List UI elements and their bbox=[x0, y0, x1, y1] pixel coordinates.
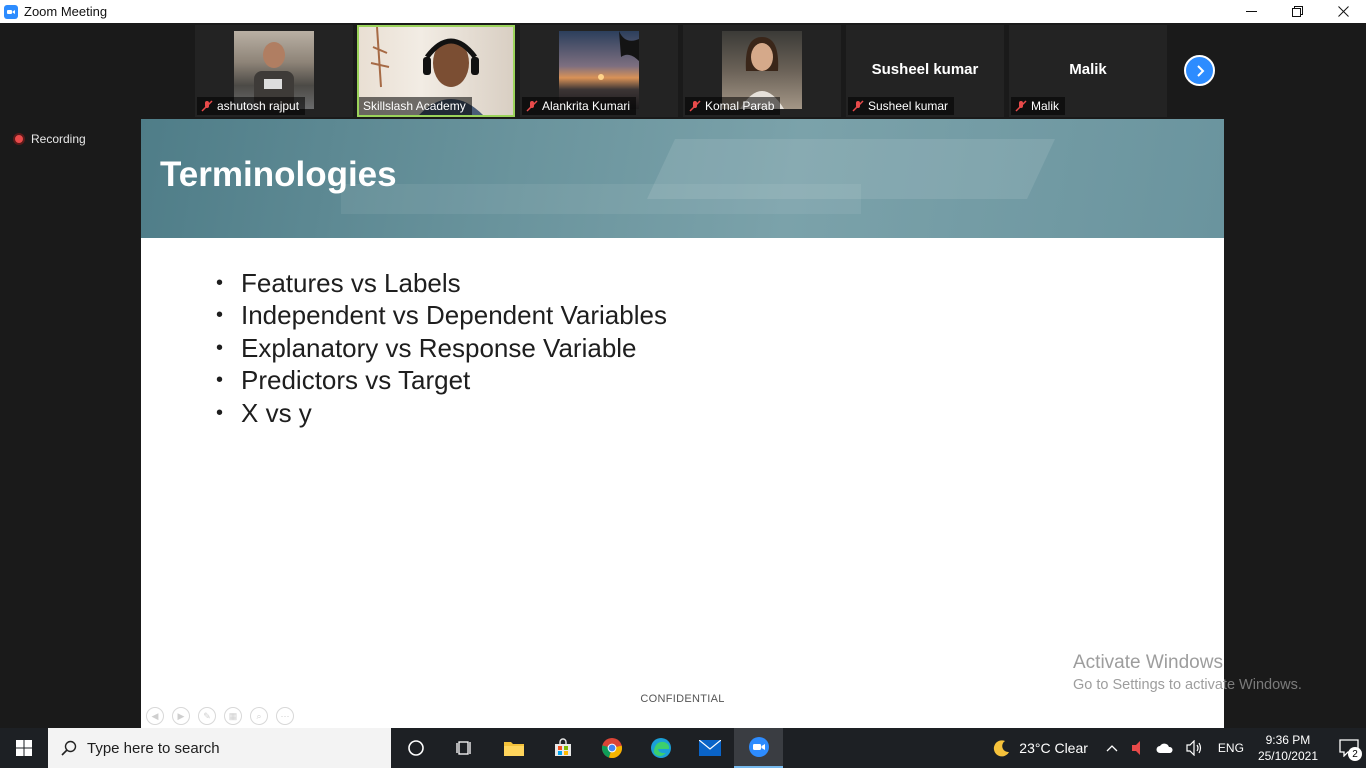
system-tray: 23°C Clear ENG 9:36 PM 25/10/2021 2 bbox=[993, 728, 1366, 768]
mic-muted-icon bbox=[201, 100, 213, 112]
minimize-icon bbox=[1245, 11, 1257, 12]
participant-display-name: Susheel kumar bbox=[871, 61, 979, 78]
windows-logo-icon bbox=[16, 740, 32, 756]
chevron-right-icon bbox=[1196, 64, 1204, 77]
action-center-button[interactable]: 2 bbox=[1332, 728, 1366, 768]
edge-icon bbox=[650, 738, 671, 758]
close-icon bbox=[1337, 6, 1349, 17]
bullet-item: • Independent vs Dependent Variables bbox=[216, 300, 667, 331]
input-language[interactable]: ENG bbox=[1218, 741, 1244, 755]
slide-toolbar: ◀ ▶ ✎ ▦ ⌕ ⋯ bbox=[146, 707, 294, 725]
restore-icon bbox=[1291, 6, 1303, 17]
participant-name: Malik bbox=[1031, 99, 1060, 113]
file-explorer-button[interactable] bbox=[489, 728, 538, 768]
slide-bullet-list: • Features vs Labels • Independent vs Depe… bbox=[216, 267, 667, 430]
next-slide-icon[interactable]: ▶ bbox=[172, 707, 190, 725]
participant-name: ashutosh rajput bbox=[217, 99, 300, 113]
store-icon bbox=[554, 738, 571, 756]
bullet-item: • Features vs Labels bbox=[216, 267, 461, 298]
participant-display-name: Malik bbox=[1069, 61, 1107, 78]
participant-tile[interactable]: Komal Parab bbox=[683, 25, 841, 117]
slides-grid-icon[interactable]: ▦ bbox=[224, 707, 242, 725]
recording-label: Recording bbox=[31, 132, 86, 146]
microsoft-store-button[interactable] bbox=[538, 728, 587, 768]
show-hidden-icons-button[interactable] bbox=[1106, 744, 1118, 752]
mic-muted-icon bbox=[526, 100, 538, 112]
chevron-up-icon bbox=[1106, 745, 1118, 752]
recording-dot-icon bbox=[13, 133, 25, 145]
mail-button[interactable] bbox=[685, 728, 734, 768]
cortana-button[interactable] bbox=[391, 728, 440, 768]
zoom-app-icon bbox=[4, 4, 18, 19]
speaker-muted-icon bbox=[1131, 741, 1140, 755]
taskbar-search-box[interactable]: Type here to search bbox=[48, 728, 391, 768]
window-title: Zoom Meeting bbox=[24, 4, 108, 19]
start-button[interactable] bbox=[0, 728, 48, 768]
bullet-item: • Explanatory vs Response Variable bbox=[216, 332, 637, 363]
clock-time: 9:36 PM bbox=[1265, 733, 1311, 747]
weather-widget[interactable]: 23°C Clear bbox=[993, 739, 1088, 757]
next-participants-button[interactable] bbox=[1184, 55, 1215, 86]
task-view-button[interactable] bbox=[440, 728, 489, 768]
slide-header: Terminologies bbox=[141, 119, 1224, 238]
shared-slide: Terminologies • Features vs Labels • Indep… bbox=[141, 119, 1224, 728]
bullet-item: • X vs y bbox=[216, 397, 312, 428]
clock-date: 25/10/2021 bbox=[1257, 749, 1318, 763]
mail-icon bbox=[698, 740, 721, 756]
participant-name: Susheel kumar bbox=[868, 99, 949, 113]
participant-tile[interactable]: Malik Malik bbox=[1009, 25, 1167, 117]
task-view-icon bbox=[455, 741, 471, 755]
cloud-icon bbox=[1156, 743, 1173, 753]
participant-name: Komal Parab bbox=[705, 99, 775, 113]
mic-muted-icon bbox=[689, 100, 701, 112]
chrome-button[interactable] bbox=[587, 728, 636, 768]
muted-speaker-tray-button[interactable] bbox=[1130, 740, 1144, 756]
windows-taskbar: Type here to search 23°C Clear ENG 9:36 … bbox=[0, 728, 1366, 768]
slide-footer: CONFIDENTIAL bbox=[640, 693, 725, 705]
mic-muted-icon bbox=[852, 100, 864, 112]
participant-name: Skillslash Academy bbox=[363, 99, 466, 113]
volume-icon bbox=[1186, 740, 1202, 756]
slide-title: Terminologies bbox=[160, 155, 397, 194]
bullet-item: • Predictors vs Target bbox=[216, 365, 471, 396]
pen-icon[interactable]: ✎ bbox=[198, 707, 216, 725]
restore-button[interactable] bbox=[1274, 0, 1320, 23]
folder-icon bbox=[503, 742, 524, 756]
notification-count: 2 bbox=[1348, 747, 1362, 761]
minimize-button[interactable] bbox=[1228, 0, 1274, 23]
edge-button[interactable] bbox=[636, 728, 685, 768]
window-titlebar: Zoom Meeting bbox=[0, 0, 1366, 23]
volume-button[interactable] bbox=[1186, 740, 1204, 756]
zoom-icon bbox=[748, 737, 769, 757]
participant-tile[interactable]: Alankrita Kumari bbox=[520, 25, 678, 117]
weather-text: 23°C Clear bbox=[1019, 740, 1088, 756]
recording-indicator[interactable]: Recording bbox=[13, 132, 86, 146]
zoom-icon[interactable]: ⌕ bbox=[250, 707, 268, 725]
participant-tile[interactable]: ashutosh rajput bbox=[195, 25, 353, 117]
activate-windows-watermark: Activate Windows Go to Settings to activ… bbox=[1073, 652, 1302, 693]
close-button[interactable] bbox=[1320, 0, 1366, 23]
participant-tile[interactable]: Susheel kumar Susheel kumar bbox=[846, 25, 1004, 117]
participant-tile-active-speaker[interactable]: Skillslash Academy bbox=[357, 25, 515, 117]
search-placeholder: Type here to search bbox=[87, 739, 220, 757]
moon-icon bbox=[994, 740, 1010, 757]
chrome-icon bbox=[601, 738, 622, 758]
more-options-icon[interactable]: ⋯ bbox=[276, 707, 294, 725]
previous-slide-icon[interactable]: ◀ bbox=[146, 707, 164, 725]
cortana-icon bbox=[407, 740, 424, 756]
zoom-taskbar-button[interactable] bbox=[734, 728, 783, 768]
onedrive-button[interactable] bbox=[1156, 742, 1174, 754]
clock[interactable]: 9:36 PM 25/10/2021 bbox=[1258, 732, 1318, 764]
mic-muted-icon bbox=[1015, 100, 1027, 112]
search-icon bbox=[61, 740, 77, 756]
participant-name: Alankrita Kumari bbox=[542, 99, 631, 113]
